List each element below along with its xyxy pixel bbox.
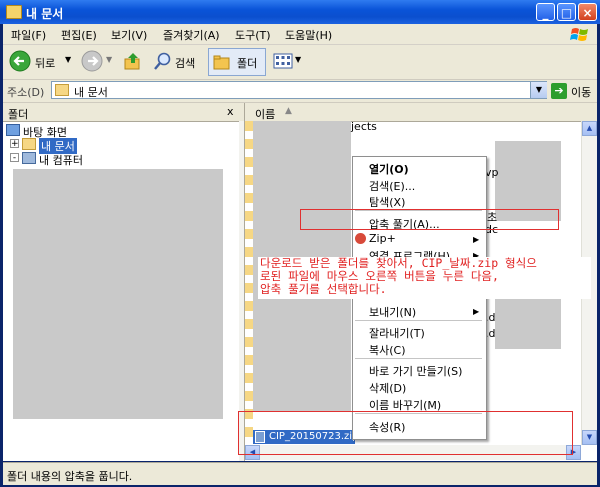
ctx-explore[interactable]: 탐색(X) <box>369 194 405 210</box>
folders-icon <box>213 55 230 70</box>
redacted-region <box>13 169 223 419</box>
title-bar[interactable]: 내 문서 _ □ × <box>0 0 600 24</box>
maximize-button[interactable]: □ <box>557 3 576 21</box>
folders-label: 폴더 <box>237 57 258 70</box>
tree-scrollbar[interactable] <box>239 121 244 461</box>
ctx-zip-plus[interactable]: Zip+ <box>369 232 396 245</box>
menu-bar: 파일(F) 편집(E) 보기(V) 즐겨찾기(A) 도구(T) 도움말(H) <box>3 24 597 45</box>
tree-expander-minus[interactable]: - <box>10 153 19 163</box>
go-arrow-icon[interactable]: ➔ <box>551 83 567 99</box>
file-icons-column <box>245 121 253 445</box>
ctx-open[interactable]: 열기(O) <box>369 161 409 177</box>
forward-arrow-icon[interactable] <box>81 50 103 72</box>
folder-pane-title: 폴더 <box>8 108 29 121</box>
address-value: 내 문서 <box>74 86 108 99</box>
address-input[interactable]: 내 문서 ▼ <box>51 81 547 99</box>
sort-arrow-icon: ▲ <box>285 106 292 116</box>
scroll-up-icon[interactable]: ▲ <box>582 121 597 136</box>
file-name-fragment: vp <box>485 166 499 179</box>
menu-file[interactable]: 파일(F) <box>11 27 46 43</box>
scroll-down-icon[interactable]: ▼ <box>582 430 597 445</box>
my-computer-icon <box>22 152 36 164</box>
status-text: 폴더 내용의 압축을 풉니다. <box>7 470 133 483</box>
address-label: 주소(D) <box>7 86 45 99</box>
windows-logo-icon <box>570 28 588 41</box>
tree-item-my-computer[interactable]: 내 컴퓨터 <box>39 152 83 168</box>
tree-expander-plus[interactable]: + <box>10 139 19 149</box>
my-documents-tree-icon <box>22 138 36 150</box>
ctx-create-shortcut[interactable]: 바로 가기 만들기(S) <box>369 363 462 379</box>
menu-help[interactable]: 도움말(H) <box>285 27 332 43</box>
view-dropdown-icon[interactable]: ▼ <box>295 55 301 64</box>
toolbar: 뒤로 ▼ ▼ 검색 폴더 ▼ <box>3 45 597 80</box>
window-title: 내 문서 <box>26 7 64 21</box>
column-name-header[interactable]: 이름 <box>255 106 275 122</box>
desktop-icon <box>6 124 20 136</box>
menu-favorites[interactable]: 즐겨찾기(A) <box>163 27 220 43</box>
menu-edit[interactable]: 편집(E) <box>61 27 97 43</box>
go-label[interactable]: 이동 <box>571 84 591 100</box>
menu-view[interactable]: 보기(V) <box>111 27 147 43</box>
ctx-copy[interactable]: 복사(C) <box>369 342 406 358</box>
ctx-delete[interactable]: 삭제(D) <box>369 380 406 396</box>
ctx-separator <box>355 320 482 321</box>
view-grid-icon[interactable] <box>273 53 293 69</box>
forward-dropdown-icon[interactable]: ▼ <box>106 55 112 64</box>
zip-file-highlight-box <box>238 411 573 455</box>
menu-tools[interactable]: 도구(T) <box>235 27 271 43</box>
zip-plus-icon <box>355 233 366 244</box>
ctx-send-to[interactable]: 보내기(N) <box>369 304 416 320</box>
ctx-cut[interactable]: 잘라내기(T) <box>369 325 425 341</box>
address-dropdown-icon[interactable]: ▼ <box>530 82 547 98</box>
ctx-separator <box>355 358 482 359</box>
search-label[interactable]: 검색 <box>175 55 195 71</box>
instruction-line-3: 압축 풀기를 선택합니다. <box>260 282 387 296</box>
back-arrow-icon[interactable] <box>9 50 31 72</box>
extract-highlight-box <box>300 209 559 230</box>
folder-pane-header: 폴더 x <box>3 103 244 122</box>
instruction-callout: 다운로드 받은 폴더를 찾아서, CIP_날짜.zip 형식으 로된 파일에 마… <box>258 257 591 299</box>
address-bar: 주소(D) 내 문서 ▼ ➔ 이동 <box>3 80 597 103</box>
status-bar: 폴더 내용의 압축을 풉니다. <box>3 462 597 485</box>
close-button[interactable]: × <box>578 3 597 21</box>
minimize-button[interactable]: _ <box>536 3 555 21</box>
folder-pane-close-icon[interactable]: x <box>227 105 234 118</box>
submenu-arrow-icon: ▶ <box>473 235 480 244</box>
column-header: 이름 ▲ <box>245 103 597 122</box>
instruction-text: 다운로드 받은 폴더를 찾아서, CIP_날짜.zip 형식으 로된 파일에 마… <box>260 257 590 296</box>
up-folder-icon[interactable] <box>123 51 143 71</box>
folder-pane: 폴더 x 바탕 화면 + 내 문서 - 내 컴퓨터 <box>3 103 245 461</box>
back-label[interactable]: 뒤로 <box>35 55 55 71</box>
folder-icon <box>6 5 22 19</box>
my-documents-icon <box>55 84 69 96</box>
file-name-fragment: jects <box>351 120 377 133</box>
search-icon[interactable] <box>153 51 173 71</box>
folders-button[interactable]: 폴더 <box>208 48 266 76</box>
back-dropdown-icon[interactable]: ▼ <box>65 55 71 64</box>
ctx-search[interactable]: 검색(E)... <box>369 178 415 194</box>
submenu-arrow-icon: ▶ <box>473 307 480 316</box>
